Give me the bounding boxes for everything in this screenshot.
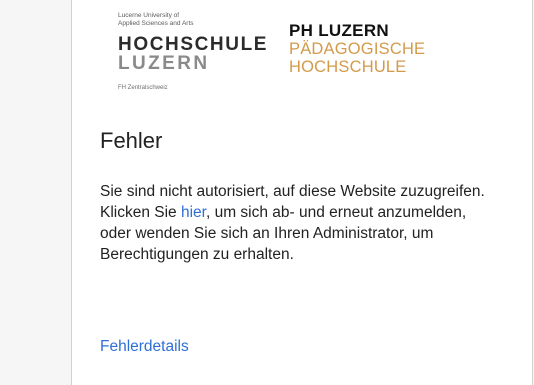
hslu-footer: FH Zentralschweiz — [118, 85, 168, 91]
ph-logo-line2: PÄDAGOGISCHE — [289, 40, 426, 58]
hslu-subtitle-line2: Applied Sciences and Arts — [118, 20, 194, 27]
relogin-link[interactable]: hier — [181, 204, 206, 221]
hslu-name-line2: LUZERN — [118, 53, 210, 74]
error-details-link[interactable]: Fehlerdetails — [100, 336, 189, 357]
ph-logo-line3: HOCHSCHULE — [289, 58, 407, 76]
ph-logo-line1: PH LUZERN — [289, 21, 389, 40]
hslu-logo: Lucerne University of Applied Sciences a… — [118, 12, 268, 100]
hslu-name-line1: HOCHSCHULE — [118, 34, 269, 55]
hslu-subtitle-line1: Lucerne University of — [118, 12, 180, 19]
error-message: Sie sind nicht autorisiert, auf diese We… — [100, 181, 490, 265]
error-panel: Lucerne University of Applied Sciences a… — [71, 0, 533, 385]
page: Lucerne University of Applied Sciences a… — [0, 0, 534, 385]
ph-luzern-logo: PH LUZERN PÄDAGOGISCHE HOCHSCHULE — [289, 22, 449, 92]
error-title: Fehler — [100, 128, 163, 153]
